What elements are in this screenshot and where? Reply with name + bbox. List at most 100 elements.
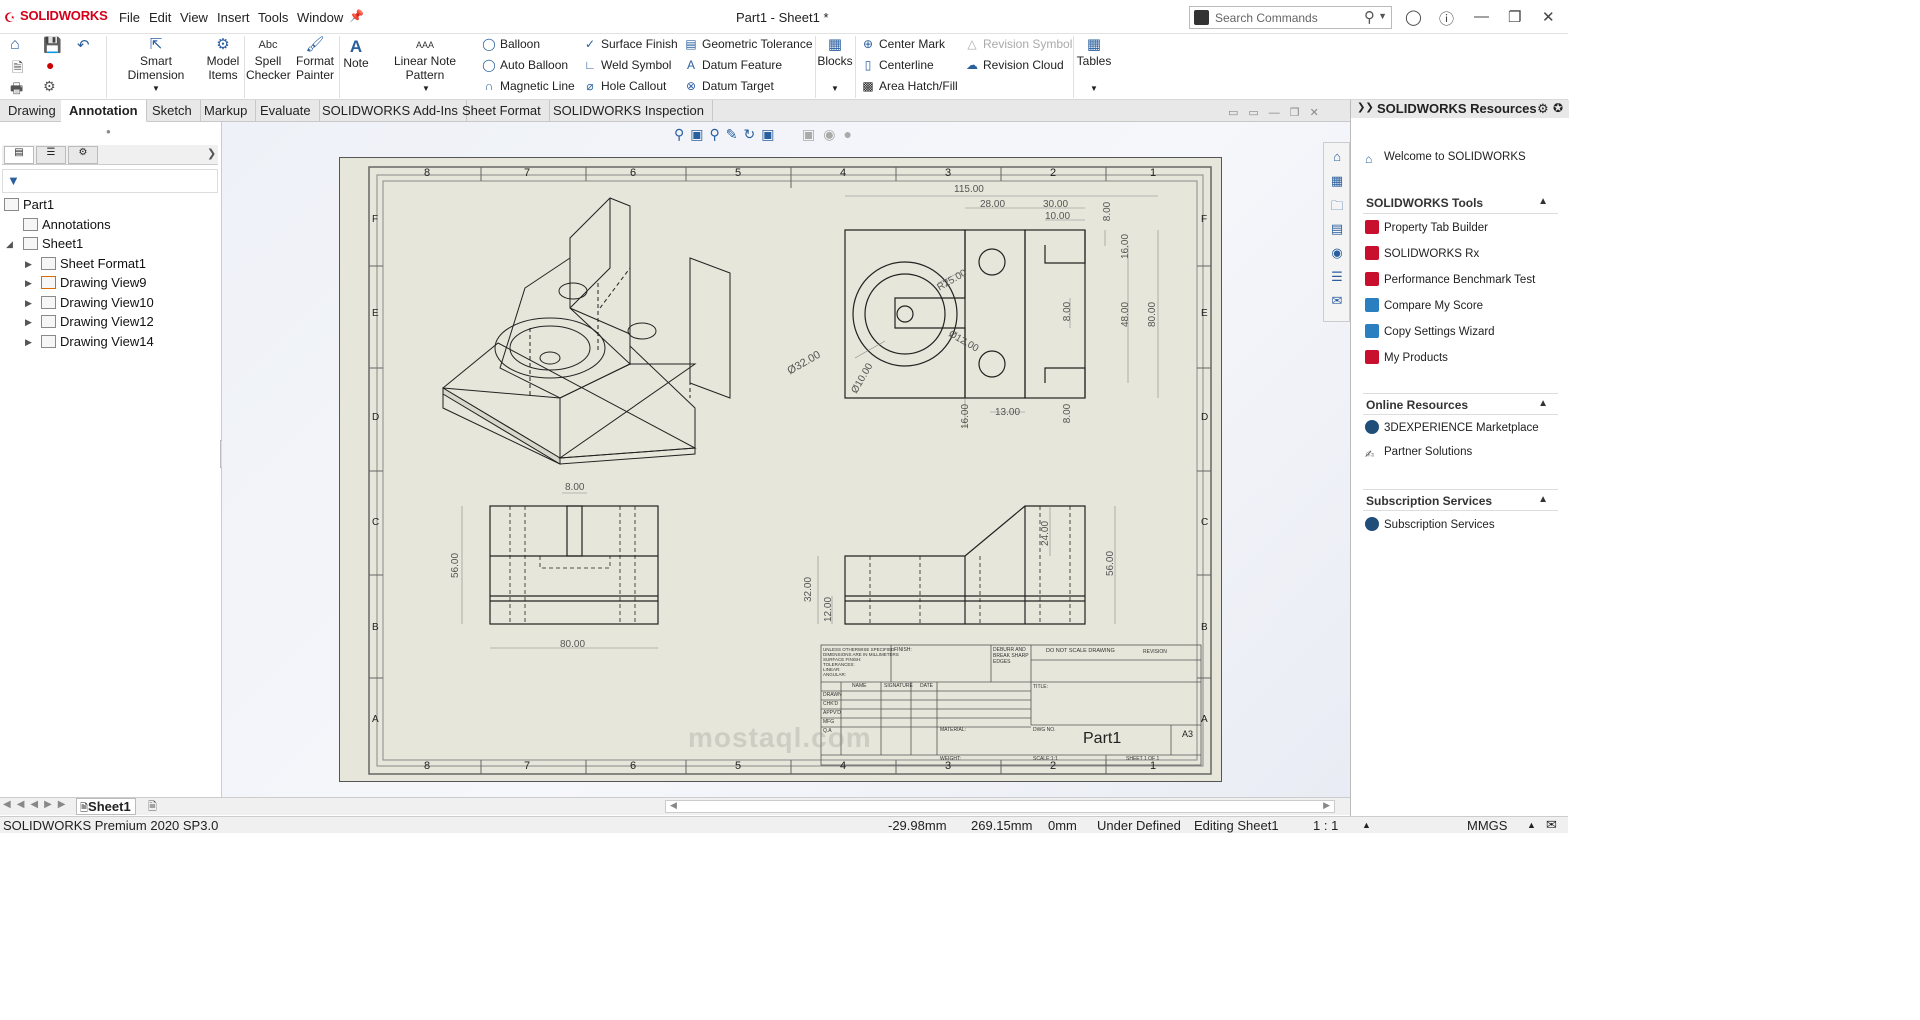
chevron-down-icon[interactable]: ▼ — [1090, 84, 1098, 93]
property-manager-tab-icon[interactable]: ☰ — [36, 146, 66, 164]
chevron-up-icon[interactable]: ▲ — [1362, 820, 1371, 830]
restore-icon[interactable]: ❐ — [1508, 8, 1521, 26]
forum-icon[interactable]: ✉ — [1329, 293, 1345, 309]
rebuild-icon[interactable]: ● — [46, 57, 54, 73]
dimension[interactable]: 16.00 — [960, 404, 971, 429]
linear-note-pattern-button[interactable]: AAA Linear Note Pattern — [375, 38, 475, 82]
panel-handle-icon[interactable]: ● — [106, 127, 111, 136]
menu-tools[interactable]: Tools — [258, 10, 288, 25]
dimension[interactable]: 16.00 — [1120, 234, 1131, 259]
collapse-arrow-icon[interactable]: ◢ — [6, 239, 13, 250]
gear-icon[interactable]: ⚙ — [1537, 101, 1549, 117]
center-mark-button[interactable]: ⊕ Center Mark — [860, 37, 945, 51]
link-partner-solutions[interactable]: ✍ Partner Solutions — [1365, 446, 1472, 462]
model-items-button[interactable]: ⚙ Model Items — [203, 37, 243, 82]
tree-item-annotations[interactable]: Annotations — [23, 217, 111, 232]
tab-sheet-format[interactable]: Sheet Format — [454, 100, 550, 122]
dim-expert-tab-icon[interactable]: ⚙ — [68, 146, 98, 164]
heads-up-toolbar[interactable]: ⚲▣⚲✎↻▣ — [674, 126, 780, 143]
save-icon[interactable]: 💾 — [43, 36, 62, 54]
part-name[interactable]: Part1 — [1083, 730, 1121, 748]
dimension[interactable]: 24.00 — [1040, 521, 1051, 546]
menu-edit[interactable]: Edit — [149, 10, 171, 25]
tab-annotation[interactable]: Annotation — [61, 100, 147, 122]
tab-sketch[interactable]: Sketch — [144, 100, 201, 122]
tree-item-sheet1[interactable]: ◢ Sheet1 — [6, 236, 83, 251]
expand-arrow-icon[interactable]: ▶ — [25, 317, 32, 328]
chevron-right-icon[interactable]: ❯❯ — [1357, 102, 1374, 113]
dimension[interactable]: 115.00 — [954, 184, 984, 195]
view-window-controls[interactable]: ▭▭—❐✕ — [1228, 106, 1329, 119]
dimension[interactable]: 8.00 — [565, 482, 584, 493]
link-subscription-services[interactable]: Subscription Services — [1365, 517, 1495, 531]
tree-item-view14[interactable]: ▶ Drawing View14 — [25, 334, 154, 349]
dimension[interactable]: 28.00 — [980, 199, 1005, 210]
custom-properties-icon[interactable]: ☰ — [1329, 269, 1345, 285]
link-marketplace[interactable]: 3DEXPERIENCE Marketplace — [1365, 420, 1539, 434]
geometric-tolerance-button[interactable]: ▤ Geometric Tolerance — [683, 37, 812, 51]
collapse-icon[interactable]: ▲ — [1538, 196, 1548, 207]
display-style-icon[interactable]: ▣◉● — [802, 126, 860, 143]
tool-my-products[interactable]: My Products — [1365, 350, 1448, 364]
surface-finish-button[interactable]: ✓ Surface Finish — [582, 37, 678, 51]
welcome-link[interactable]: ⌂ Welcome to SOLIDWORKS — [1365, 151, 1526, 166]
chevron-down-icon[interactable]: ▼ — [831, 84, 839, 93]
tab-inspection[interactable]: SOLIDWORKS Inspection — [545, 100, 713, 122]
menu-insert[interactable]: Insert — [217, 10, 250, 25]
expand-arrow-icon[interactable]: ▶ — [25, 337, 32, 348]
menu-file[interactable]: File — [119, 10, 140, 25]
pin-menu-icon[interactable]: 📌 — [349, 9, 364, 23]
dimension[interactable]: 8.00 — [1102, 202, 1113, 221]
tool-copy-settings[interactable]: Copy Settings Wizard — [1365, 324, 1495, 338]
dimension[interactable]: 56.00 — [450, 553, 461, 578]
sheet-nav-arrows[interactable]: ◀◀◀▶▶ — [3, 799, 71, 810]
dimension[interactable]: 8.00 — [1062, 404, 1073, 423]
tree-item-view10[interactable]: ▶ Drawing View10 — [25, 295, 154, 310]
top-view[interactable] — [844, 229, 1086, 399]
unit-system[interactable]: MMGS — [1467, 818, 1507, 833]
tab-markup[interactable]: Markup — [196, 100, 257, 122]
dimension[interactable]: 30.00 — [1043, 199, 1068, 210]
magnetic-line-button[interactable]: ∩ Magnetic Line — [481, 79, 575, 93]
section-online-resources[interactable]: Online Resources ▲ — [1366, 398, 1556, 412]
feature-manager-tab-icon[interactable]: ▤ — [4, 146, 34, 164]
tab-evaluate[interactable]: Evaluate — [252, 100, 320, 122]
dimension[interactable]: 32.00 — [803, 577, 814, 602]
datum-feature-button[interactable]: A Datum Feature — [683, 58, 782, 72]
isometric-view[interactable] — [442, 197, 731, 465]
dimension[interactable]: 48.00 — [1120, 302, 1131, 327]
home-icon[interactable]: ⌂ — [1329, 149, 1345, 165]
tool-benchmark[interactable]: Performance Benchmark Test — [1365, 272, 1535, 286]
balloon-button[interactable]: ◯ Balloon — [481, 37, 540, 51]
tab-addins[interactable]: SOLIDWORKS Add-Ins — [314, 100, 467, 122]
dimension[interactable]: 8.00 — [1062, 302, 1073, 321]
dimension[interactable]: 56.00 — [1105, 551, 1116, 576]
dimension[interactable]: 12.00 — [823, 597, 834, 622]
chevron-up-icon[interactable]: ▲ — [1527, 820, 1536, 830]
undo-icon[interactable]: ↶ — [77, 36, 90, 54]
auto-balloon-button[interactable]: ◯ Auto Balloon — [481, 58, 568, 72]
filter-field[interactable]: ▼ — [2, 169, 218, 193]
drawing-sheet[interactable]: 8 7 6 5 4 3 2 1 8 7 6 5 4 3 2 1 F E D C … — [339, 157, 1222, 782]
tool-property-tab-builder[interactable]: Property Tab Builder — [1365, 220, 1488, 234]
options-icon[interactable]: ⚙ — [43, 78, 56, 95]
home-icon[interactable]: ⌂ — [10, 36, 20, 54]
add-sheet-icon[interactable]: 🗎 — [148, 798, 157, 817]
chevron-down-icon[interactable]: ▼ — [422, 84, 430, 93]
menu-view[interactable]: View — [180, 10, 208, 25]
revision-symbol-button[interactable]: △ Revision Symbol — [964, 37, 1072, 51]
sheet-scale[interactable]: 1 : 1 — [1313, 818, 1338, 833]
chat-icon[interactable]: ✉ — [1546, 817, 1557, 833]
dimension[interactable]: 80.00 — [560, 639, 585, 650]
front-view[interactable] — [489, 505, 659, 625]
tab-drawing[interactable]: Drawing — [0, 100, 65, 122]
search-commands[interactable]: Search Commands ⚲ ▼ — [1189, 6, 1392, 29]
blocks-button[interactable]: ▦ Blocks — [816, 37, 854, 68]
tool-compare-score[interactable]: Compare My Score — [1365, 298, 1483, 312]
folder-icon[interactable]: 🗀 — [1329, 197, 1345, 213]
tool-solidworks-rx[interactable]: SOLIDWORKS Rx — [1365, 246, 1479, 260]
expand-arrow-icon[interactable]: ▶ — [25, 298, 32, 309]
dimension[interactable]: 80.00 — [1147, 302, 1158, 327]
appearances-icon[interactable]: ◉ — [1329, 245, 1345, 261]
horizontal-scrollbar[interactable]: ◀ ▶ — [665, 800, 1335, 813]
